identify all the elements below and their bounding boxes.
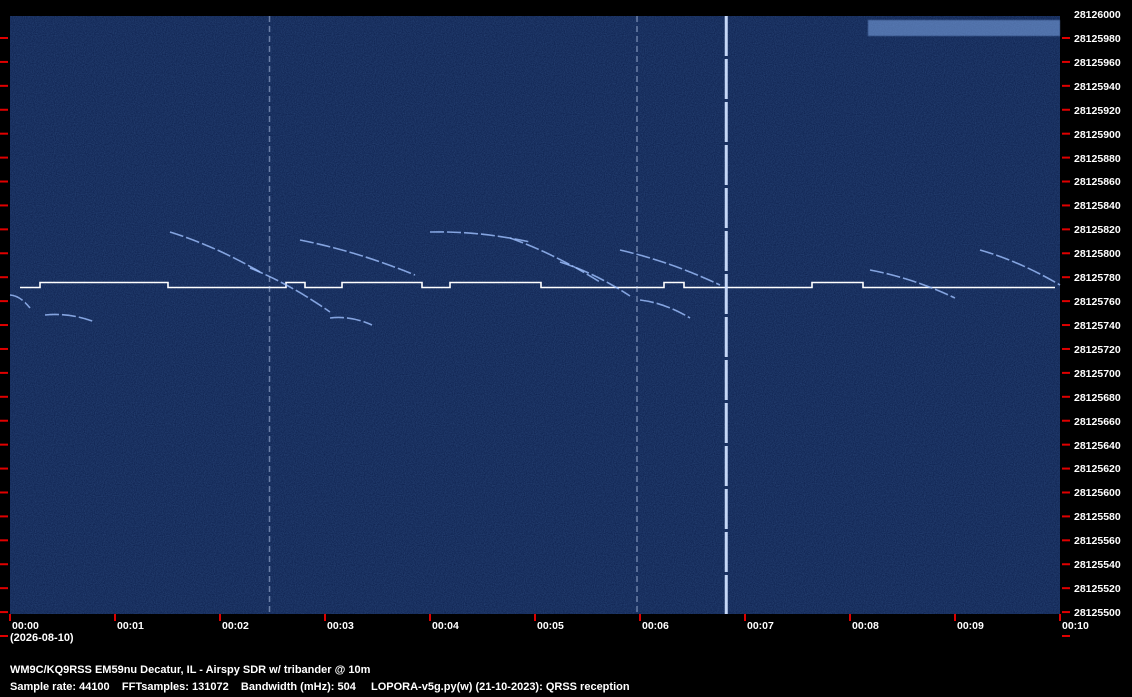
y-tick-label: 28125640 — [1074, 439, 1121, 452]
date-label: (2026-08-10) — [10, 632, 74, 644]
x-tick-label: 00:04 — [432, 620, 459, 632]
top-right-noise — [868, 20, 1060, 36]
y-tick-label: 28125620 — [1074, 463, 1121, 476]
y-tick-label: 28125580 — [1074, 511, 1121, 524]
software-info: LOPORA-v5g.py(w) (21-10-2023): QRSS rece… — [371, 681, 630, 693]
y-tick-label: 28125980 — [1074, 32, 1121, 45]
y-tick-label: 28125660 — [1074, 415, 1121, 428]
y-tick-label: 28125960 — [1074, 56, 1121, 69]
capture-params: Sample rate: 44100 FFTsamples: 131072 Ba… — [10, 681, 356, 693]
x-tick-label: 00:10 — [1062, 620, 1089, 632]
y-tick-label: 28125600 — [1074, 487, 1121, 500]
x-tick-label: 00:00 — [12, 620, 39, 632]
x-tick-marks — [9, 614, 1061, 621]
y-tick-label: 28125940 — [1074, 80, 1121, 93]
y-tick-label: 28125860 — [1074, 176, 1121, 189]
waterfall-plot — [0, 16, 1070, 637]
x-tick-label: 00:08 — [852, 620, 879, 632]
y-tick-label: 28125560 — [1074, 535, 1121, 548]
y-tick-label: 28125820 — [1074, 224, 1121, 237]
x-tick-label: 00:01 — [117, 620, 144, 632]
y-tick-label: 28125920 — [1074, 104, 1121, 117]
x-tick-label: 00:09 — [957, 620, 984, 632]
y-tick-label: 28125680 — [1074, 391, 1121, 404]
y-tick-label: 28125760 — [1074, 296, 1121, 309]
y-tick-label: 28125780 — [1074, 272, 1121, 285]
plot-noise — [10, 16, 1060, 614]
y-tick-label: 28125880 — [1074, 152, 1121, 165]
y-tick-label: 28125740 — [1074, 319, 1121, 332]
y-tick-label: 28125540 — [1074, 559, 1121, 572]
y-tick-label: 28125500 — [1074, 607, 1121, 619]
y-tick-label: 28125800 — [1074, 248, 1121, 261]
x-tick-label: 00:03 — [327, 620, 354, 632]
station-info: WM9C/KQ9RSS EM59nu Decatur, IL - Airspy … — [10, 664, 371, 676]
y-tick-label: 28125700 — [1074, 367, 1121, 380]
y-tick-label: 28125720 — [1074, 343, 1121, 356]
x-tick-label: 00:02 — [222, 620, 249, 632]
y-tick-label: 28126000 — [1074, 9, 1121, 21]
y-tick-label: 28125520 — [1074, 583, 1121, 596]
y-tick-label: 28125840 — [1074, 200, 1121, 213]
x-tick-label: 00:05 — [537, 620, 564, 632]
x-tick-label: 00:06 — [642, 620, 669, 632]
x-tick-label: 00:07 — [747, 620, 774, 632]
y-tick-label: 28125900 — [1074, 128, 1121, 141]
